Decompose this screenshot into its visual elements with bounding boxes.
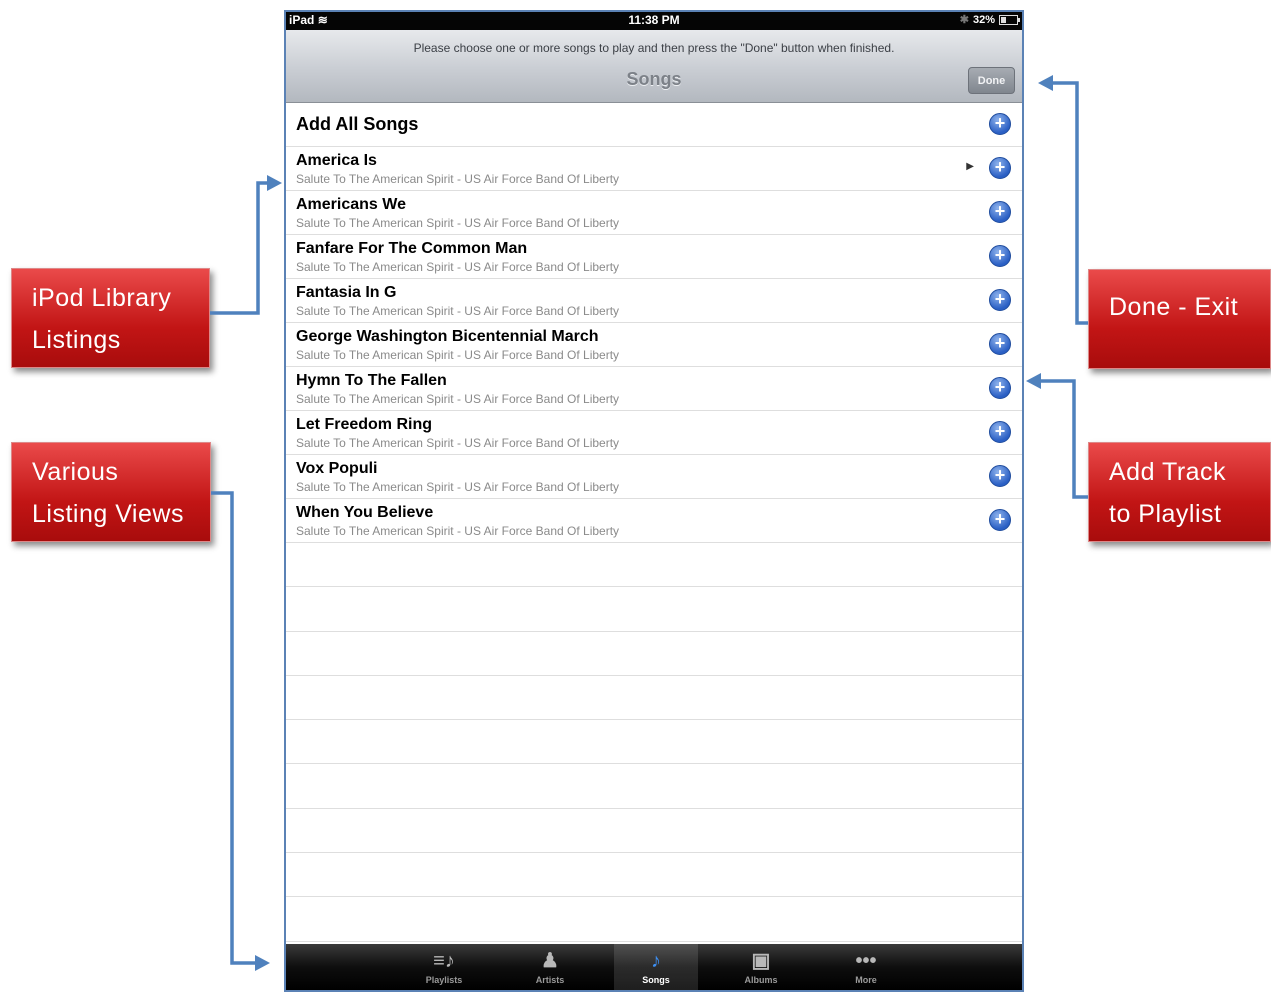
song-title: Vox Populi	[296, 460, 378, 477]
tab-label: Playlists	[425, 975, 463, 985]
arrowhead-add-track	[1026, 373, 1041, 389]
more-icon: •••	[855, 950, 877, 972]
callout-add-track: Add Track to Playlist	[1088, 442, 1271, 542]
song-subtitle: Salute To The American Spirit - US Air F…	[296, 172, 620, 186]
add-icon[interactable]: +	[989, 377, 1011, 399]
add-icon[interactable]: +	[989, 245, 1011, 267]
empty-row	[286, 853, 1022, 898]
add-icon[interactable]: +	[989, 509, 1011, 531]
arrowhead-done	[1038, 75, 1053, 91]
arrow-add-track	[1034, 379, 1088, 499]
song-title: George Washington Bicentennial March	[296, 328, 599, 345]
battery-percent: 32%	[972, 13, 995, 26]
clock: 11:38 PM	[628, 13, 680, 27]
song-row[interactable]: When You Believe Salute To The American S…	[286, 499, 1022, 543]
instruction-prompt: Please choose one or more songs to play …	[413, 41, 895, 55]
song-title: America Is	[296, 152, 377, 169]
songs-icon: ♪	[651, 950, 661, 972]
arrow-library	[210, 181, 278, 315]
callout-library-listings: iPod Library Listings	[11, 268, 210, 368]
empty-row	[286, 543, 1022, 588]
arrowhead-views	[255, 955, 270, 971]
song-subtitle: Salute To The American Spirit - US Air F…	[296, 348, 620, 362]
song-title: Let Freedom Ring	[296, 416, 433, 433]
empty-row	[286, 632, 1022, 676]
status-bar: iPad ≋ 11:38 PM ✱ 32%	[286, 12, 1022, 30]
song-title: When You Believe	[296, 504, 434, 521]
song-row[interactable]: Let Freedom Ring Salute To The American S…	[286, 411, 1022, 455]
song-subtitle: Salute To The American Spirit - US Air F…	[296, 392, 620, 406]
tab-label: Albums	[744, 975, 778, 985]
arrowhead-library	[267, 175, 282, 191]
empty-row	[286, 809, 1022, 854]
empty-row	[286, 587, 1022, 632]
playlists-icon: ≡♪	[433, 950, 455, 972]
arrow-views	[211, 491, 262, 965]
navigation-bar: Please choose one or more songs to play …	[286, 30, 1022, 103]
albums-icon: ▣	[751, 950, 771, 972]
add-icon[interactable]: +	[989, 333, 1011, 355]
tab-label: Songs	[642, 975, 670, 985]
add-icon[interactable]: +	[989, 421, 1011, 443]
song-row[interactable]: Fantasia In G Salute To The American Spir…	[286, 279, 1022, 323]
song-row[interactable]: George Washington Bicentennial March Salu…	[286, 323, 1022, 367]
song-subtitle: Salute To The American Spirit - US Air F…	[296, 524, 620, 538]
song-title: Americans We	[296, 196, 406, 213]
done-button[interactable]: Done	[968, 67, 1015, 94]
song-row[interactable]: Americans We Salute To The American Spiri…	[286, 191, 1022, 235]
tab-more[interactable]: ••• More	[824, 944, 908, 990]
tab-label: Artists	[535, 975, 565, 985]
tab-playlists[interactable]: ≡♪ Playlists	[402, 944, 486, 990]
add-icon[interactable]: +	[989, 289, 1011, 311]
empty-row	[286, 764, 1022, 809]
song-row[interactable]: Hymn To The Fallen Salute To The American…	[286, 367, 1022, 411]
battery-fill	[1001, 16, 1006, 23]
add-all-songs-label: Add All Songs	[296, 114, 419, 134]
battery-icon	[999, 14, 1020, 25]
song-row[interactable]: America Is Salute To The American Spirit …	[286, 147, 1022, 191]
arrow-done	[1046, 81, 1088, 325]
empty-rows	[286, 543, 1022, 942]
page-title: Songs	[626, 69, 682, 89]
battery-status: ✱ 32%	[959, 13, 1020, 26]
song-rows: America Is Salute To The American Spirit …	[286, 147, 1022, 543]
tab-bar: ≡♪ Playlists ♟ Artists ♪ Songs ▣ Albums ••• More	[286, 944, 1022, 990]
song-subtitle: Salute To The American Spirit - US Air F…	[296, 436, 620, 450]
song-row[interactable]: Vox Populi Salute To The American Spirit …	[286, 455, 1022, 499]
tab-label: More	[855, 975, 877, 985]
song-subtitle: Salute To The American Spirit - US Air F…	[296, 260, 620, 274]
ipad-screen: iPad ≋ 11:38 PM ✱ 32% Please choose one …	[284, 10, 1024, 992]
song-subtitle: Salute To The American Spirit - US Air F…	[296, 216, 620, 230]
song-title: Fanfare For The Common Man	[296, 240, 528, 257]
tab-songs[interactable]: ♪ Songs	[614, 944, 698, 990]
now-playing-icon: ▶	[966, 161, 974, 172]
song-list: Add All Songs + America Is Salute To The …	[286, 103, 1022, 942]
tab-artists[interactable]: ♟ Artists	[508, 944, 592, 990]
callout-done-exit: Done - Exit	[1088, 269, 1271, 369]
artists-icon: ♟	[541, 950, 559, 972]
song-subtitle: Salute To The American Spirit - US Air F…	[296, 304, 620, 318]
empty-row	[286, 720, 1022, 765]
song-title: Hymn To The Fallen	[296, 372, 447, 389]
add-icon[interactable]: +	[989, 465, 1011, 487]
add-icon[interactable]: +	[989, 201, 1011, 223]
empty-row	[286, 676, 1022, 721]
callout-listing-views: Various Listing Views	[11, 442, 211, 542]
add-all-songs-row[interactable]: Add All Songs +	[286, 103, 1022, 147]
add-icon[interactable]: +	[989, 157, 1011, 179]
song-subtitle: Salute To The American Spirit - US Air F…	[296, 480, 620, 494]
add-icon[interactable]: +	[989, 113, 1011, 135]
song-title: Fantasia In G	[296, 284, 397, 301]
song-row[interactable]: Fanfare For The Common Man Salute To The …	[286, 235, 1022, 279]
tab-albums[interactable]: ▣ Albums	[719, 944, 803, 990]
empty-row	[286, 897, 1022, 942]
bluetooth-icon: ✱	[959, 14, 969, 26]
